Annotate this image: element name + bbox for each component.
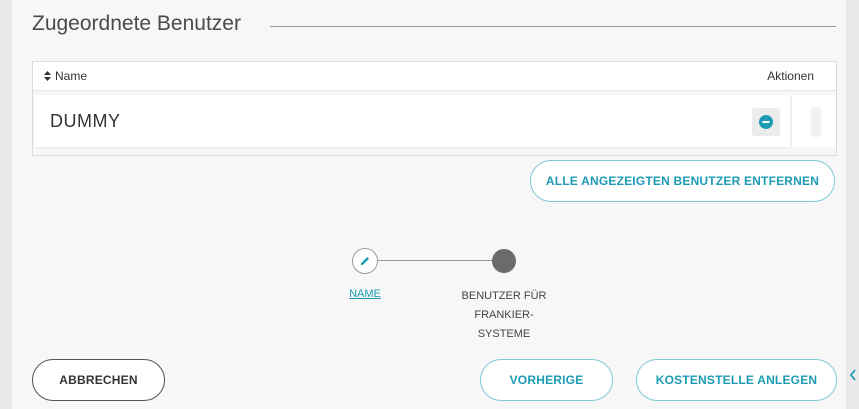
scrollbar-track[interactable] bbox=[791, 95, 836, 147]
cancel-button[interactable]: ABBRECHEN bbox=[32, 359, 165, 401]
table-header: Name Aktionen bbox=[33, 62, 836, 91]
column-header-name-label: Name bbox=[55, 69, 88, 83]
create-cost-center-button[interactable]: KOSTENSTELLE ANLEGEN bbox=[636, 359, 837, 401]
assigned-users-panel: Zugeordnete Benutzer Name Aktionen DUMMY bbox=[12, 0, 846, 409]
step-connector bbox=[374, 260, 504, 261]
users-table: Name Aktionen DUMMY bbox=[32, 61, 837, 156]
remove-all-users-button[interactable]: ALLE ANGEZEIGTEN BENUTZER ENTFERNEN bbox=[530, 160, 835, 202]
step-users-indicator bbox=[492, 249, 516, 273]
step-name-link[interactable]: NAME bbox=[339, 288, 391, 300]
step-users-label-line: SYSTEME bbox=[477, 328, 531, 340]
title-divider bbox=[270, 26, 836, 27]
minus-circle-icon bbox=[759, 115, 773, 129]
section-title: Zugeordnete Benutzer bbox=[32, 12, 241, 35]
step-users-label-line: BENUTZER FÜR bbox=[461, 290, 547, 302]
step-name-indicator[interactable] bbox=[352, 248, 378, 274]
column-header-name[interactable]: Name bbox=[43, 69, 87, 83]
previous-button[interactable]: VORHERIGE bbox=[480, 359, 613, 401]
scrollbar-thumb[interactable] bbox=[811, 107, 821, 137]
pencil-icon bbox=[361, 257, 369, 265]
remove-user-button[interactable] bbox=[752, 108, 780, 136]
user-name-cell: DUMMY bbox=[50, 111, 121, 131]
step-users-label: BENUTZER FÜR FRANKIER- SYSTEME bbox=[452, 287, 556, 344]
chevron-left-icon[interactable] bbox=[849, 369, 857, 381]
sort-icon bbox=[44, 71, 51, 81]
table-row: DUMMY bbox=[34, 95, 790, 147]
column-header-actions: Aktionen bbox=[767, 69, 814, 83]
step-users-label-line: FRANKIER- bbox=[474, 309, 534, 321]
